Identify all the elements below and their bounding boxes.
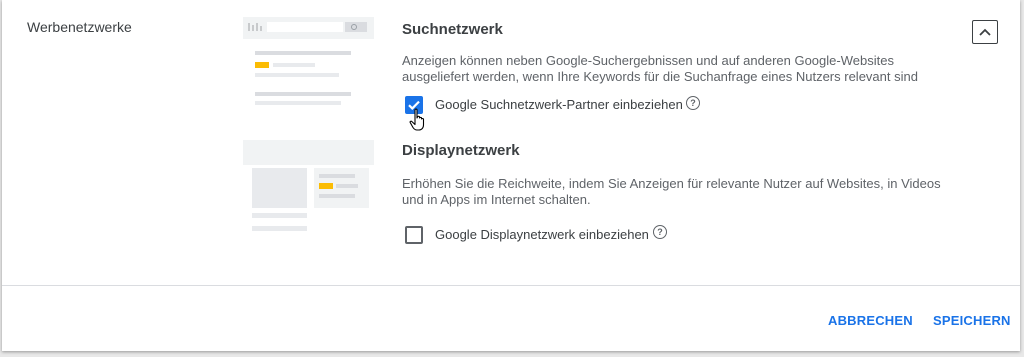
search-network-title: Suchnetzwerk	[402, 21, 503, 38]
divider	[2, 285, 1020, 286]
help-icon[interactable]: ?	[653, 225, 667, 239]
display-network-label[interactable]: Google Displaynetzwerk einbeziehen	[435, 227, 649, 242]
display-network-description: Erhöhen Sie die Reichweite, indem Sie An…	[402, 176, 941, 207]
display-network-illustration	[243, 140, 374, 244]
ad-networks-card: Werbenetzwerke Suchnetzwerk Anzeigen kön…	[2, 0, 1020, 351]
save-button[interactable]: SPEICHERN	[933, 313, 1011, 328]
cancel-button[interactable]: ABBRECHEN	[828, 313, 913, 328]
help-icon[interactable]: ?	[686, 96, 700, 110]
search-partners-label[interactable]: Google Suchnetzwerk-Partner einbeziehen	[435, 97, 683, 112]
hand-cursor-icon	[409, 108, 425, 131]
search-network-description: Anzeigen können neben Google-Suchergebni…	[402, 53, 918, 84]
display-network-title: Displaynetzwerk	[402, 142, 520, 159]
collapse-button[interactable]	[972, 20, 998, 44]
search-network-illustration	[243, 17, 374, 123]
display-network-checkbox[interactable]	[405, 226, 423, 244]
section-label: Werbenetzwerke	[27, 19, 132, 35]
chevron-up-icon	[979, 28, 991, 36]
